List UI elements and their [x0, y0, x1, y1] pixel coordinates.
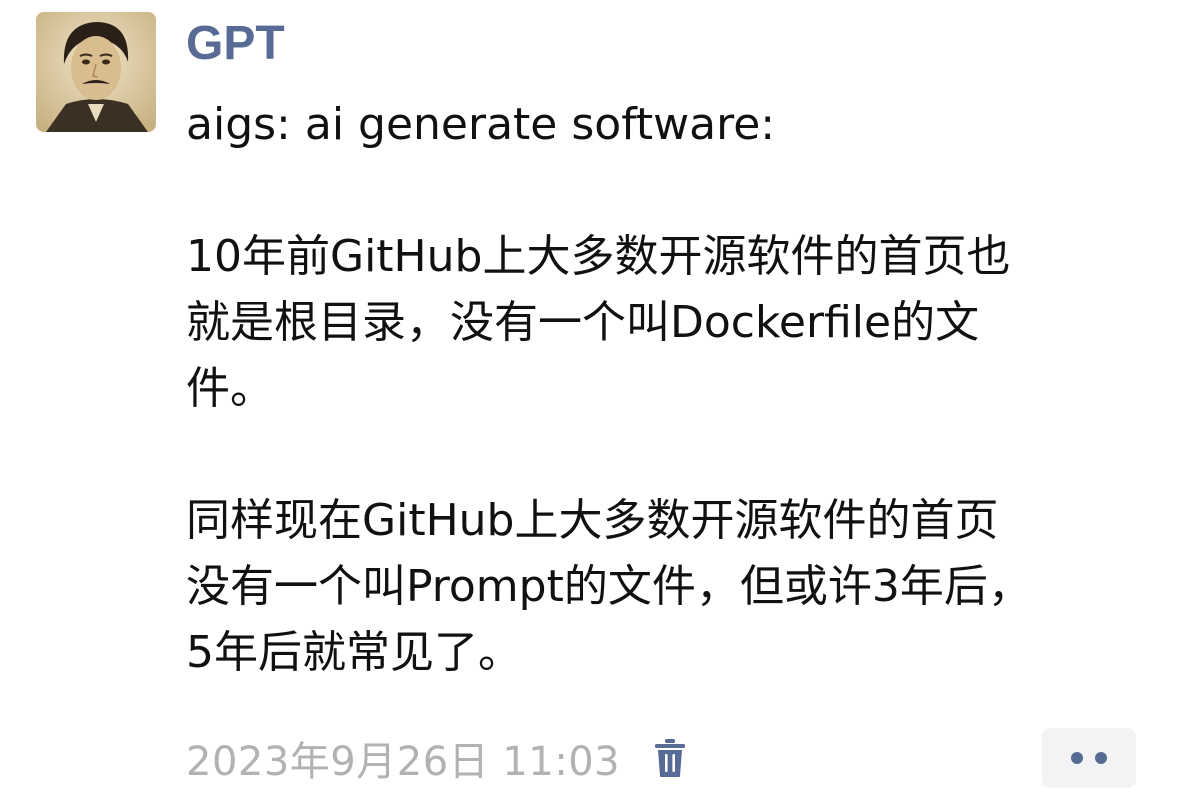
post-line: 没有一个叫Prompt的文件，但或许3年后，	[186, 561, 1032, 612]
more-dots-icon	[1071, 752, 1083, 764]
portrait-photo	[36, 12, 156, 132]
post-line-blank	[186, 422, 1161, 488]
trash-icon	[655, 739, 686, 777]
post-line: 就是根目录，没有一个叫Dockerfile的文	[186, 297, 980, 348]
more-button[interactable]	[1042, 728, 1136, 788]
timestamp: 2023年9月26日 11:03	[186, 739, 621, 785]
avatar[interactable]	[36, 12, 156, 132]
post-line: 同样现在GitHub上大多数开源软件的首页	[186, 495, 999, 546]
post-meta: 2023年9月26日 11:03	[186, 728, 690, 788]
post-body: aigs: ai generate software: 10年前GitHub上大…	[186, 92, 1161, 686]
post-line: 10年前GitHub上大多数开源软件的首页也	[186, 231, 1011, 282]
author-name[interactable]: GPT	[186, 14, 285, 74]
delete-button[interactable]	[650, 736, 690, 780]
more-dots-icon	[1095, 752, 1107, 764]
post-line: aigs: ai generate software:	[186, 99, 776, 150]
post-line: 件。	[186, 363, 274, 414]
post-line-blank	[186, 158, 1161, 224]
post-line: 5年后就常见了。	[186, 627, 522, 678]
